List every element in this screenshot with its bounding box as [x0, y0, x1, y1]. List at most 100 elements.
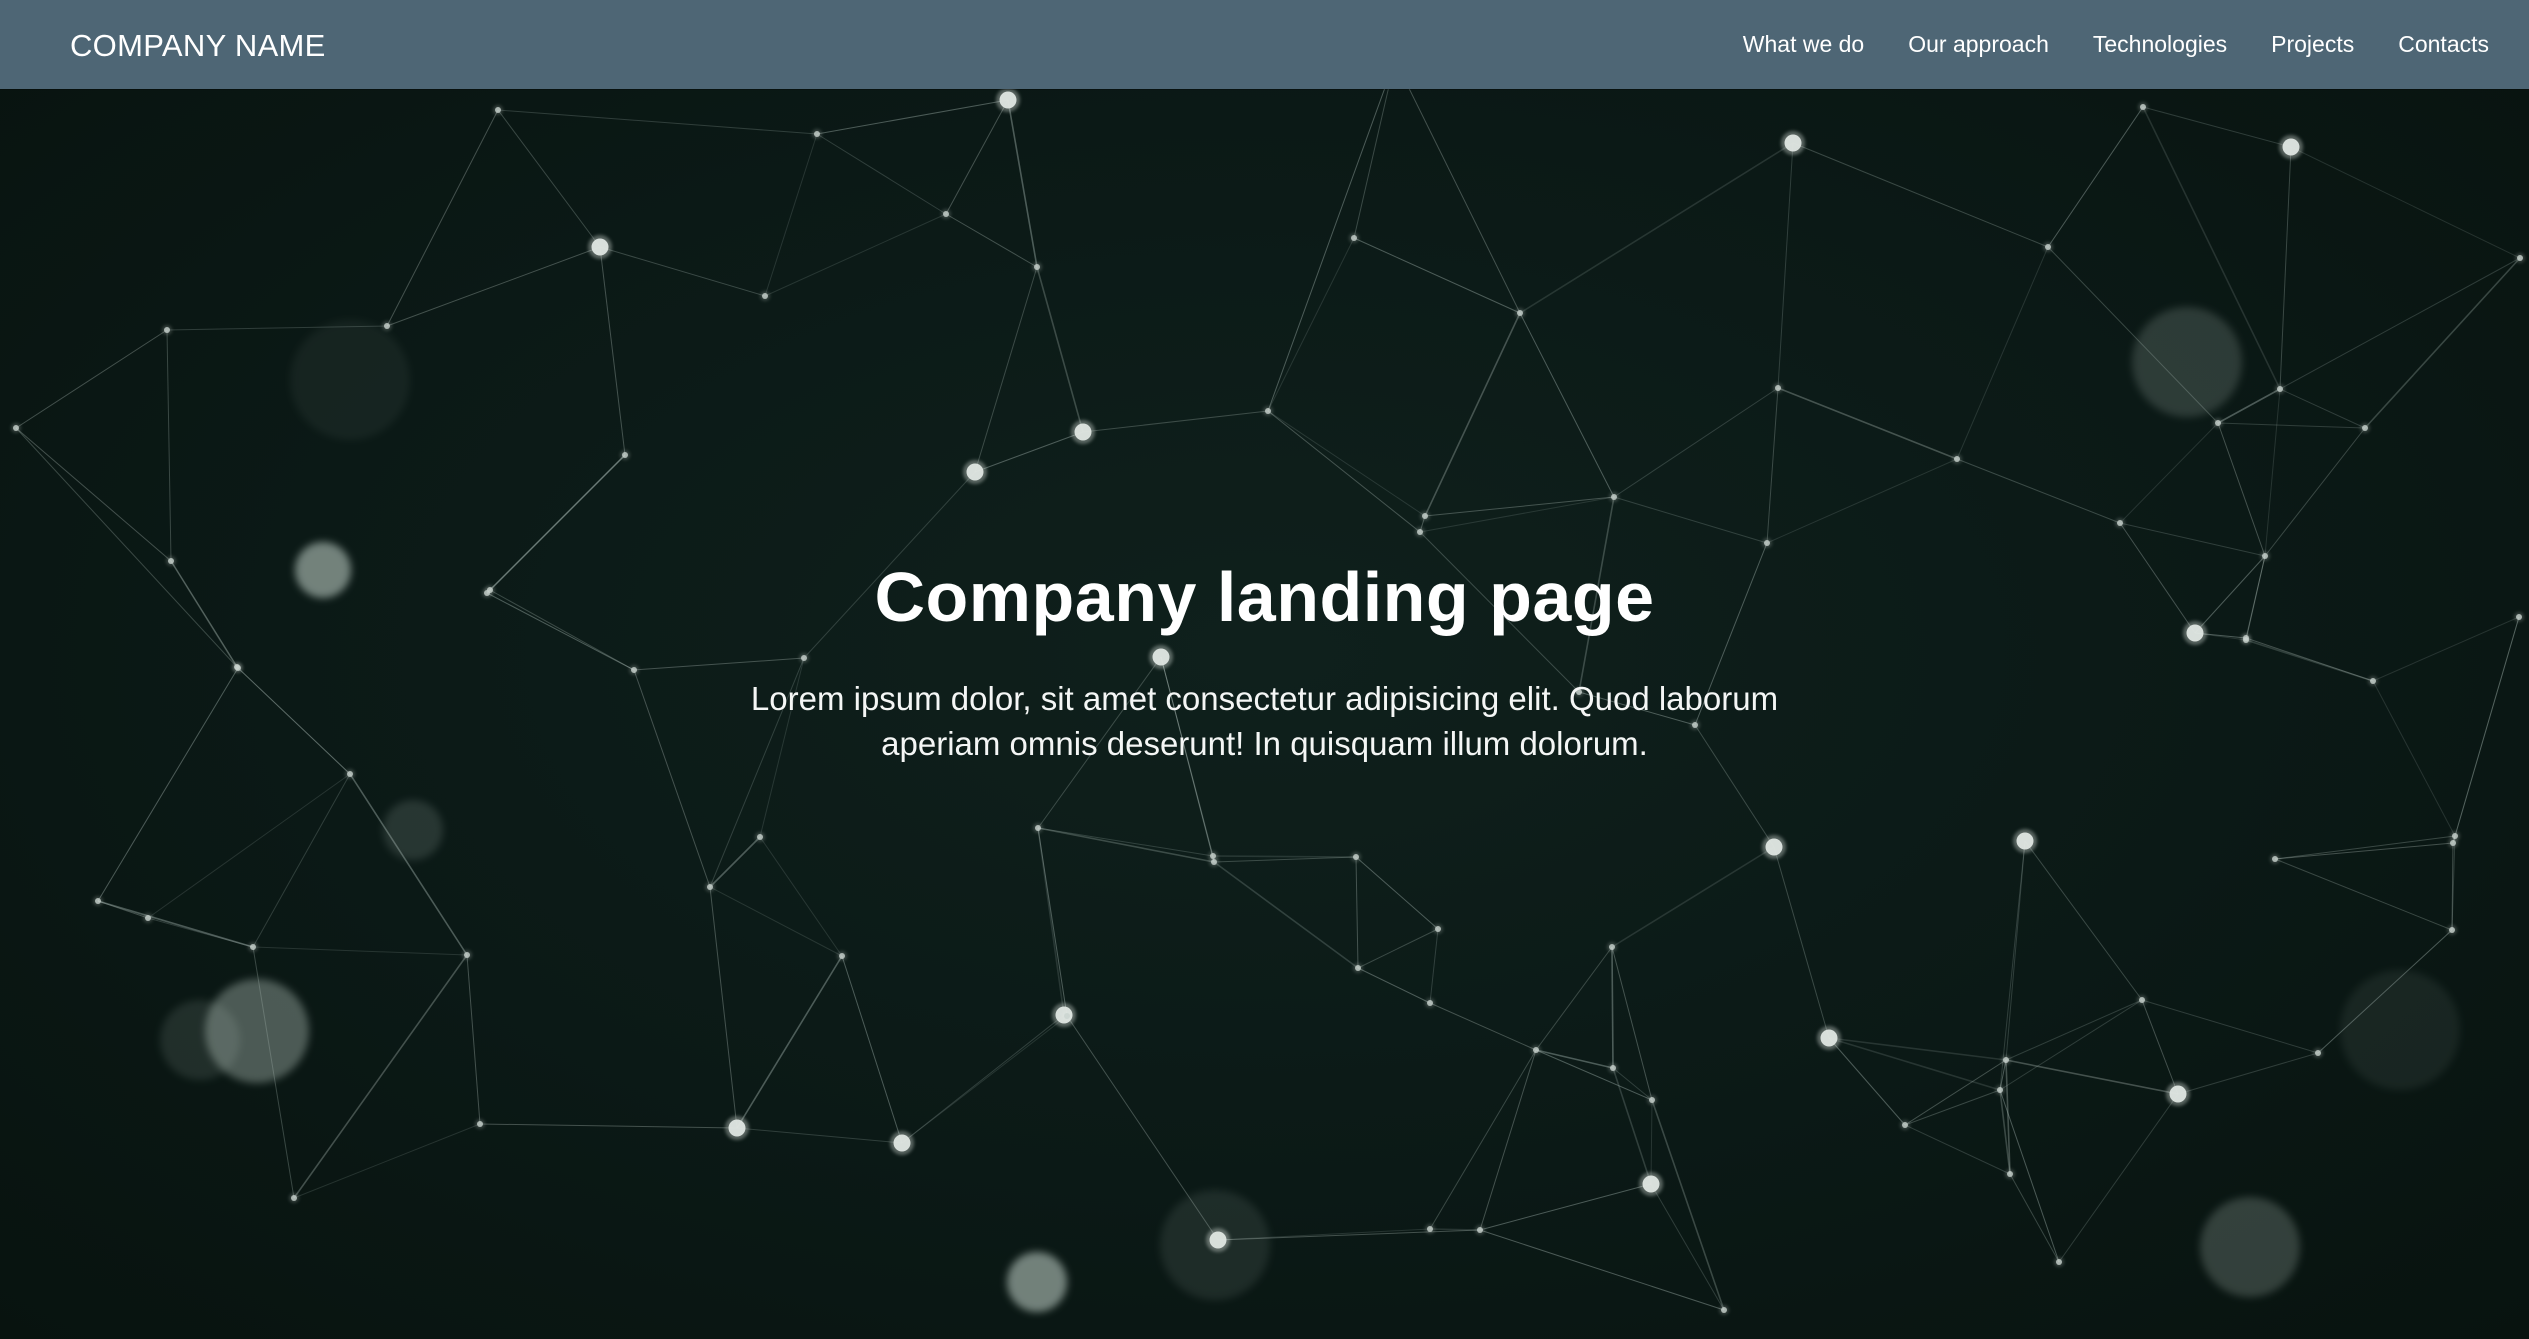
network-node — [1642, 1175, 1660, 1193]
network-node — [1609, 944, 1615, 950]
network-line — [599, 246, 626, 456]
network-line — [945, 213, 1038, 268]
network-node — [495, 107, 501, 113]
network-line — [1535, 1049, 1614, 1069]
network-node — [1477, 1227, 1483, 1233]
network-line — [841, 955, 903, 1144]
network-node — [591, 238, 609, 256]
network-node — [13, 425, 19, 431]
network-line — [816, 99, 1009, 135]
network-line — [2005, 999, 2143, 1061]
network-node — [707, 884, 713, 890]
network-line — [1519, 142, 1794, 314]
network-line — [2217, 422, 2366, 429]
network-line — [1213, 856, 1357, 863]
network-node — [1902, 1122, 1908, 1128]
network-node — [943, 211, 949, 217]
network-line — [759, 836, 843, 957]
network-node — [1611, 494, 1617, 500]
network-node — [1351, 235, 1357, 241]
network-node — [1765, 838, 1783, 856]
network-node — [384, 323, 390, 329]
network-line — [1956, 246, 2049, 460]
network-node — [1784, 134, 1802, 152]
network-line — [1773, 846, 1830, 1039]
network-line — [1777, 142, 1794, 389]
network-line — [147, 917, 254, 948]
nav-link-what-we-do[interactable]: What we do — [1743, 31, 1864, 57]
network-line — [1999, 840, 2026, 1091]
network-node — [1427, 1226, 1433, 1232]
network-node — [2007, 1171, 2013, 1177]
nav-link-technologies[interactable]: Technologies — [2093, 31, 2227, 57]
network-node — [1417, 529, 1423, 535]
network-line — [166, 329, 172, 562]
network-line — [2142, 106, 2292, 148]
bokeh-blob — [160, 1000, 240, 1080]
network-node — [2139, 997, 2145, 1003]
network-node — [1422, 513, 1428, 519]
network-line — [466, 954, 481, 1125]
network-line — [252, 773, 351, 948]
network-node — [1764, 540, 1770, 546]
network-line — [2024, 840, 2143, 1001]
network-line — [252, 946, 468, 956]
network-node — [814, 131, 820, 137]
network-line — [1355, 856, 1359, 969]
network-line — [1519, 312, 1615, 498]
network-line — [1611, 946, 1614, 1069]
bokeh-blob — [383, 800, 443, 860]
network-node — [1721, 1307, 1727, 1313]
bokeh-blob — [2340, 970, 2460, 1090]
nav-item-technologies: Technologies — [2093, 31, 2227, 58]
network-line — [1828, 1037, 2001, 1091]
network-node — [2315, 1050, 2321, 1056]
network-node — [95, 898, 101, 904]
network-line — [1037, 827, 1215, 863]
network-node — [999, 91, 1017, 109]
network-node — [622, 452, 628, 458]
network-node — [347, 771, 353, 777]
brand-logo-link[interactable]: COMPANY NAME — [70, 0, 326, 89]
nav-link-contacts[interactable]: Contacts — [2398, 31, 2489, 57]
network-line — [2279, 388, 2366, 429]
bokeh-blob — [290, 320, 410, 440]
network-line — [736, 955, 843, 1129]
network-node — [2452, 833, 2458, 839]
network-node — [2003, 1057, 2009, 1063]
network-line — [1066, 1015, 1219, 1241]
network-node — [2277, 386, 2283, 392]
network-line — [974, 266, 1038, 473]
network-node — [2272, 856, 2278, 862]
network-line — [2274, 858, 2453, 931]
network-line — [764, 213, 947, 297]
nav-link-projects[interactable]: Projects — [2271, 31, 2354, 57]
network-line — [709, 886, 738, 1129]
network-line — [1535, 946, 1613, 1051]
network-line — [1766, 458, 1958, 544]
network-line — [599, 246, 766, 297]
network-node — [1034, 264, 1040, 270]
network-line — [1419, 496, 1615, 533]
network-node — [2449, 927, 2455, 933]
network-node — [1954, 456, 1960, 462]
network-node — [966, 463, 984, 481]
network-line — [1082, 410, 1269, 433]
network-node — [839, 953, 845, 959]
network-line — [1611, 846, 1775, 948]
hero-section: Company landing page Lorem ipsum dolor, … — [0, 89, 2529, 1339]
network-line — [497, 109, 601, 248]
network-line — [1650, 1099, 1653, 1185]
network-line — [974, 431, 1084, 473]
network-node — [1074, 423, 1092, 441]
nav-item-contacts: Contacts — [2398, 31, 2489, 58]
network-node — [1435, 926, 1441, 932]
network-node — [1265, 408, 1271, 414]
network-node — [1997, 1087, 2003, 1093]
network-line — [293, 1123, 481, 1199]
nav-link-our-approach[interactable]: Our approach — [1908, 31, 2049, 57]
network-line — [1479, 1049, 1537, 1231]
nav-menu: What we do Our approach Technologies Pro… — [1743, 0, 2489, 89]
network-node — [1209, 1231, 1227, 1249]
network-node — [2215, 420, 2221, 426]
